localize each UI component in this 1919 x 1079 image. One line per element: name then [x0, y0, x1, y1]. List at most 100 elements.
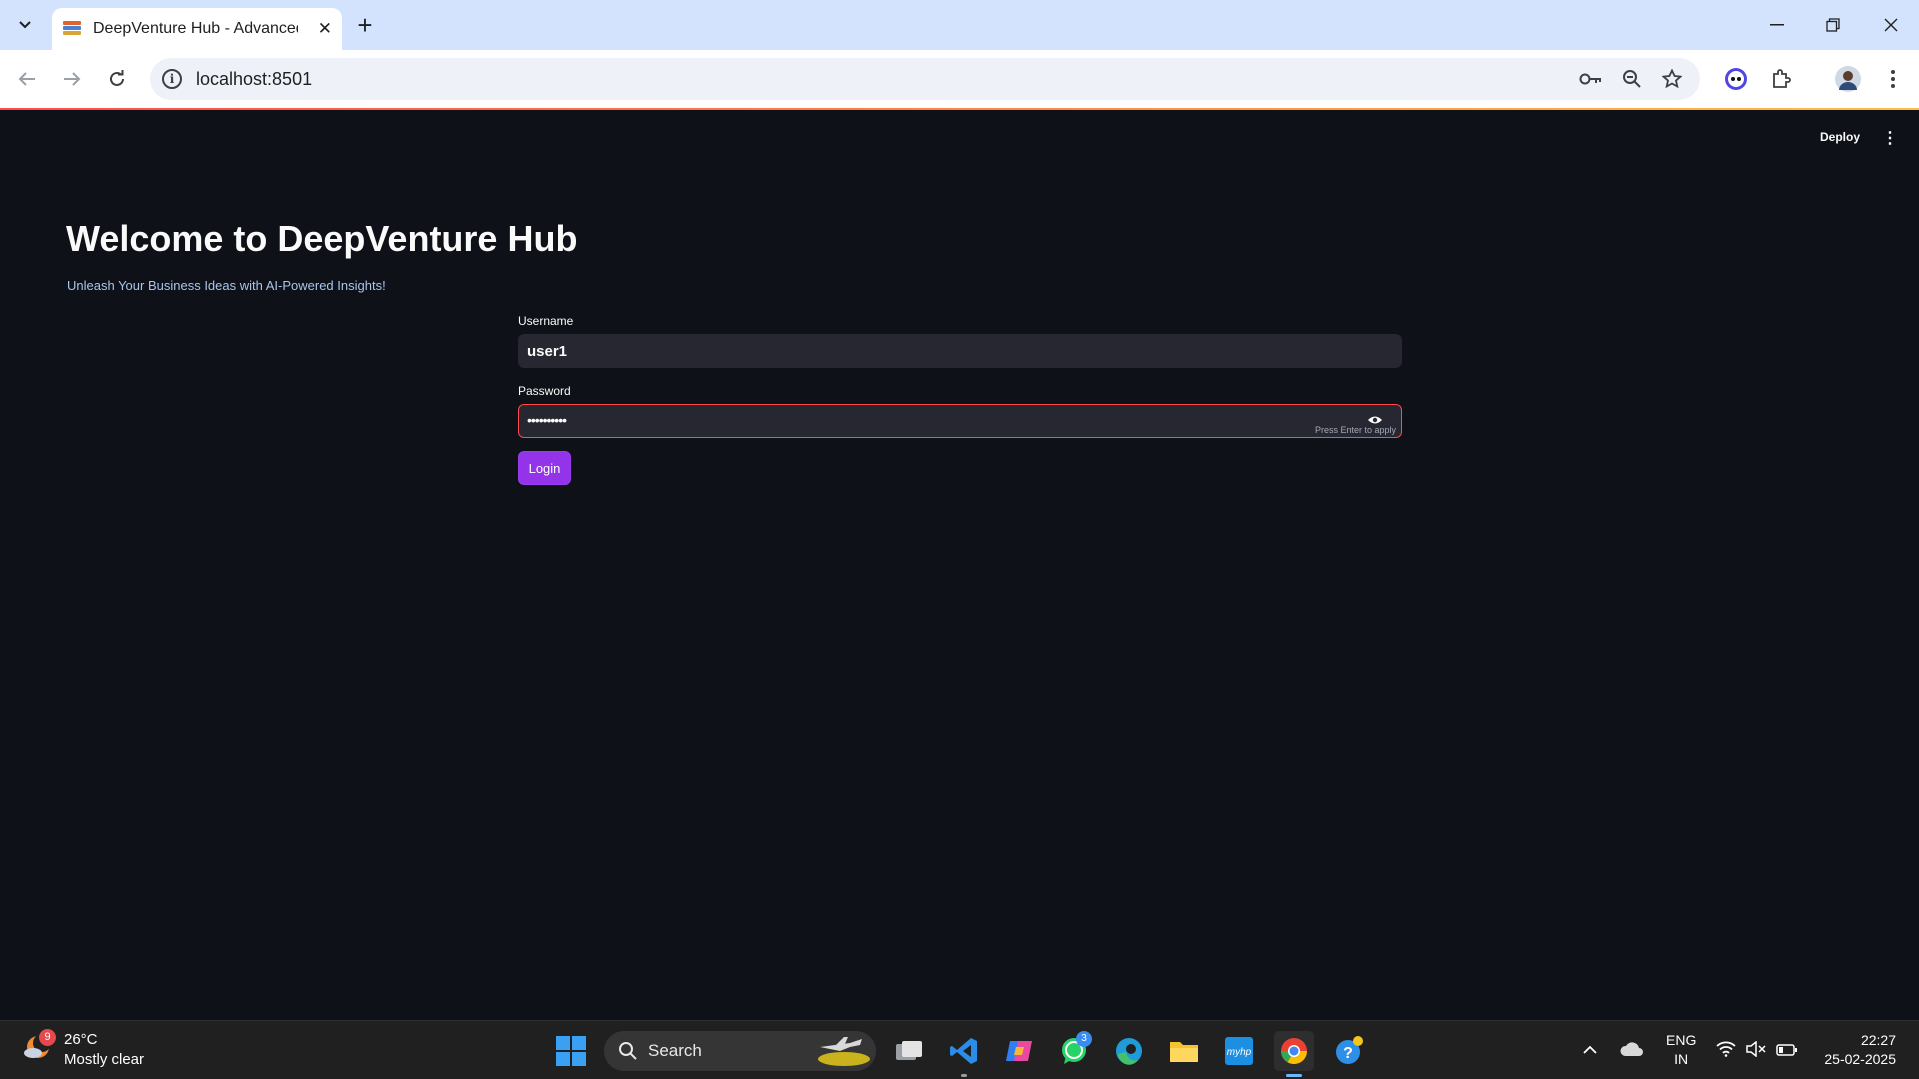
books-favicon-icon: [62, 19, 82, 39]
password-label: Password: [518, 384, 571, 398]
vscode-icon: [950, 1038, 977, 1064]
edge-icon: [1116, 1038, 1142, 1065]
zoom-icon[interactable]: [1619, 66, 1645, 92]
copilot-icon: [1006, 1041, 1032, 1061]
arrow-left-icon: [18, 72, 35, 86]
chrome-icon: [1280, 1038, 1308, 1065]
close-window-icon[interactable]: [1876, 10, 1906, 40]
windows-logo-icon: [556, 1036, 570, 1050]
onedrive-tray[interactable]: [1620, 1040, 1644, 1063]
volume-muted-icon: [1746, 1040, 1766, 1058]
file-explorer-app[interactable]: [1164, 1031, 1204, 1071]
weather-alert-badge: 9: [39, 1029, 56, 1046]
bookmark-star-icon[interactable]: [1659, 66, 1685, 92]
running-indicator: [961, 1074, 967, 1077]
close-icon: [1884, 18, 1898, 32]
tab-search-button[interactable]: [10, 10, 40, 40]
edge-app[interactable]: [1109, 1031, 1149, 1071]
puzzle-piece-icon: [1773, 69, 1791, 88]
reload-button[interactable]: [100, 62, 134, 96]
cloud-icon: [1620, 1042, 1643, 1056]
search-placeholder: Search: [648, 1041, 702, 1060]
task-view-icon: [896, 1041, 922, 1060]
system-clock[interactable]: 22:27 25-02-2025: [1816, 1031, 1896, 1069]
weather-temperature: 26°C: [64, 1031, 98, 1048]
region-code: IN: [1674, 1051, 1689, 1067]
myhp-icon: myhp: [1225, 1037, 1253, 1065]
browser-tab-strip: DeepVenture Hub - Advanced N ✕ +: [0, 0, 1919, 50]
username-value: user1: [527, 343, 568, 360]
vscode-app[interactable]: [944, 1031, 984, 1077]
minimize-window-icon[interactable]: [1762, 10, 1792, 40]
profile-avatar[interactable]: [1831, 62, 1865, 96]
task-view-button[interactable]: [889, 1031, 929, 1071]
volume-tray[interactable]: [1746, 1040, 1766, 1062]
wifi-tray[interactable]: [1716, 1041, 1736, 1062]
browser-tab-active[interactable]: DeepVenture Hub - Advanced N ✕: [52, 8, 342, 50]
battery-icon: [1776, 1044, 1797, 1056]
tab-title: DeepVenture Hub - Advanced N: [93, 20, 298, 37]
restore-window-icon[interactable]: [1818, 10, 1848, 40]
help-app[interactable]: ?: [1329, 1031, 1369, 1071]
page-subtitle: Unleash Your Business Ideas with AI-Powe…: [67, 278, 386, 293]
tab-close-icon[interactable]: ✕: [318, 19, 332, 39]
whatsapp-app[interactable]: 3: [1054, 1031, 1094, 1071]
chrome-app[interactable]: [1274, 1031, 1314, 1077]
copilot-extension-button[interactable]: [1719, 62, 1753, 96]
star-icon: [1662, 69, 1682, 89]
reload-icon: [110, 70, 124, 86]
folder-icon: [1170, 1042, 1198, 1062]
svg-text:myhp: myhp: [1227, 1047, 1252, 1058]
app-header: Deploy ⋮: [0, 110, 1919, 170]
weather-description: Mostly clear: [64, 1051, 145, 1068]
windows-taskbar: 9 26°C Mostly clear Search 3 myhp ? ENG …: [0, 1020, 1919, 1079]
ai-assistant-icon: [1725, 68, 1747, 90]
page-title: Welcome to DeepVenture Hub: [66, 218, 578, 259]
svg-text:?: ?: [1343, 1045, 1353, 1062]
search-icon: [619, 1042, 637, 1060]
chevron-down-icon: [19, 21, 31, 29]
active-app-indicator: [1286, 1074, 1302, 1077]
clock-date: 25-02-2025: [1824, 1051, 1896, 1067]
username-input[interactable]: user1: [518, 334, 1402, 368]
password-key-icon[interactable]: [1578, 66, 1604, 92]
battery-tray[interactable]: [1776, 1043, 1798, 1061]
wifi-icon: [1716, 1041, 1736, 1057]
username-label: Username: [518, 314, 574, 328]
show-password-eye-icon[interactable]: [1367, 415, 1383, 425]
back-button[interactable]: [10, 62, 44, 96]
kebab-menu-icon: [1891, 70, 1895, 88]
clock-time: 22:27: [1860, 1032, 1896, 1048]
myhp-app[interactable]: myhp: [1219, 1031, 1259, 1071]
restore-icon: [1826, 18, 1840, 32]
url-text[interactable]: localhost:8501: [196, 69, 312, 90]
extensions-button[interactable]: [1764, 62, 1798, 96]
press-enter-hint: Press Enter to apply: [1314, 425, 1396, 435]
search-highlight-icon: [818, 1037, 870, 1066]
help-icon: ?: [1336, 1036, 1363, 1064]
copilot-app[interactable]: [999, 1031, 1039, 1071]
magnifier-minus-icon: [1623, 70, 1641, 88]
login-button[interactable]: Login: [518, 451, 571, 485]
avatar-icon: [1835, 66, 1861, 92]
address-bar[interactable]: i localhost:8501: [150, 58, 1700, 100]
forward-button[interactable]: [55, 62, 89, 96]
app-menu-icon[interactable]: ⋮: [1882, 128, 1898, 148]
password-value: ••••••••••: [527, 412, 567, 428]
show-hidden-icons-button[interactable]: [1583, 1041, 1597, 1059]
browser-menu-button[interactable]: [1876, 62, 1910, 96]
site-info-icon[interactable]: i: [162, 69, 182, 89]
taskbar-search[interactable]: Search: [604, 1031, 876, 1071]
key-icon: [1579, 73, 1601, 85]
new-tab-button[interactable]: +: [350, 10, 380, 40]
start-button[interactable]: [556, 1036, 586, 1066]
weather-widget[interactable]: 9 26°C Mostly clear: [22, 1029, 202, 1073]
deploy-button[interactable]: Deploy: [1820, 130, 1860, 144]
language-code: ENG: [1666, 1032, 1697, 1048]
minimize-icon: [1770, 24, 1784, 26]
password-input[interactable]: •••••••••• Press Enter to apply: [518, 404, 1402, 438]
browser-toolbar: i localhost:8501: [0, 50, 1919, 108]
arrow-right-icon: [64, 72, 81, 86]
chevron-up-icon: [1583, 1045, 1597, 1054]
language-indicator[interactable]: ENG IN: [1666, 1031, 1696, 1069]
